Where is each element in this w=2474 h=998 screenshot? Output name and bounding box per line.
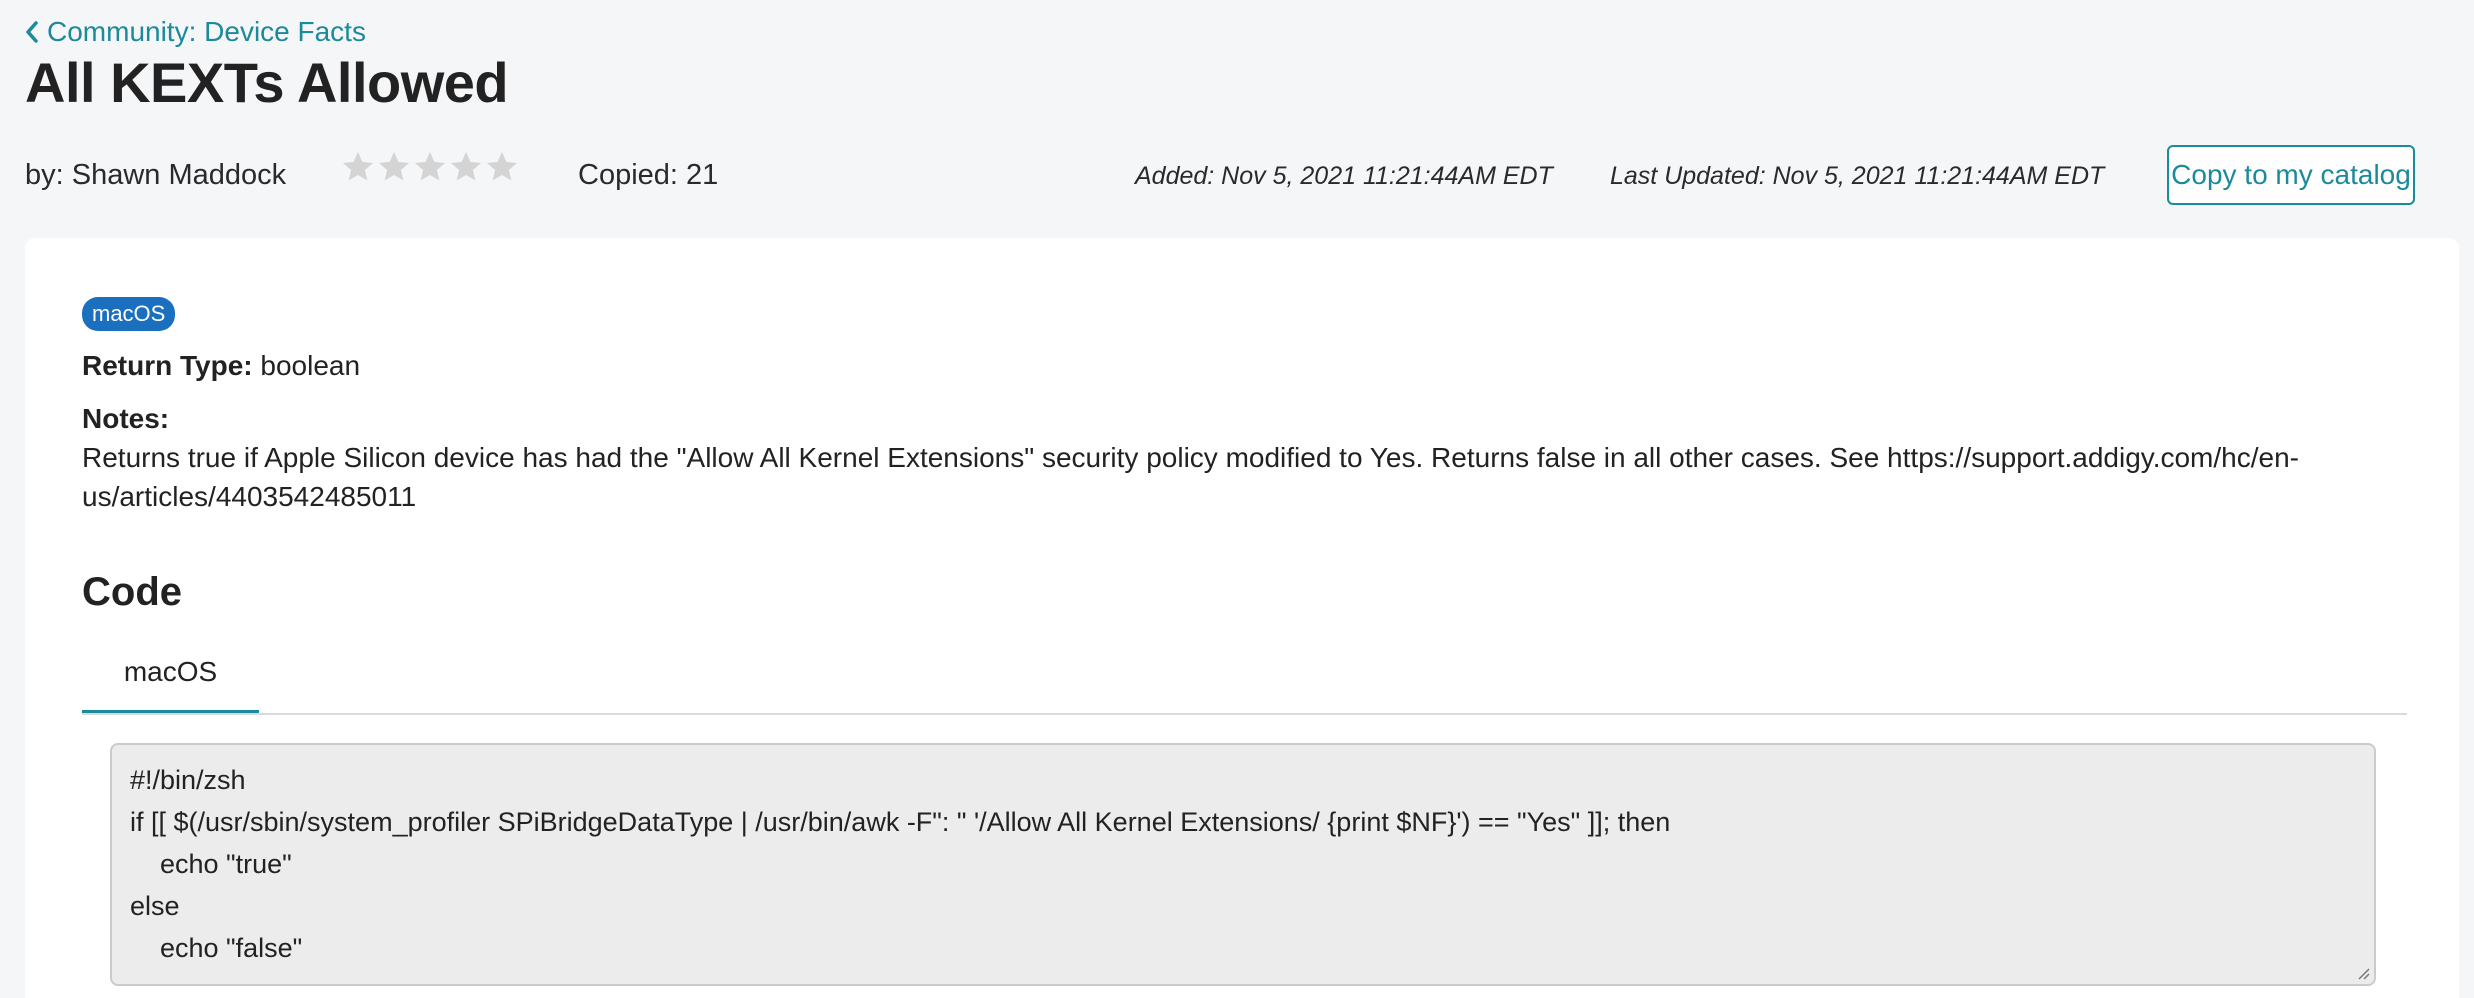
- code-line: if [[ $(/usr/sbin/system_profiler SPiBri…: [130, 807, 1671, 837]
- star-icon[interactable]: [484, 149, 520, 185]
- copy-to-catalog-button[interactable]: Copy to my catalog: [2167, 145, 2415, 205]
- code-tabs: macOS: [82, 633, 2407, 715]
- return-type-label: Return Type:: [82, 350, 253, 381]
- breadcrumb[interactable]: Community: Device Facts: [25, 16, 366, 48]
- copied-count: Copied: 21: [578, 159, 719, 191]
- page-title: All KEXTs Allowed: [25, 51, 509, 114]
- added-date: Added: Nov 5, 2021 11:21:44AM EDT: [1135, 162, 1553, 190]
- code-line: echo "true": [130, 849, 292, 879]
- code-line: #!/bin/zsh: [130, 765, 246, 795]
- resize-handle-icon[interactable]: [2354, 964, 2370, 980]
- star-rating[interactable]: [340, 149, 520, 185]
- device-fact-detail-page: Community: Device Facts All KEXTs Allowe…: [0, 0, 2474, 998]
- return-type-value: boolean: [260, 350, 361, 381]
- star-icon[interactable]: [340, 149, 376, 185]
- code-heading: Code: [82, 570, 182, 614]
- star-icon[interactable]: [376, 149, 412, 185]
- tab-macos[interactable]: macOS: [82, 633, 259, 713]
- last-updated-date: Last Updated: Nov 5, 2021 11:21:44AM EDT: [1610, 162, 2105, 190]
- star-icon[interactable]: [448, 149, 484, 185]
- code-line: echo "false": [130, 933, 303, 963]
- star-icon[interactable]: [412, 149, 448, 185]
- os-badge: macOS: [82, 297, 176, 331]
- author-label: by: Shawn Maddock: [25, 159, 287, 191]
- notes-label: Notes:: [82, 403, 170, 434]
- code-line: else: [130, 891, 180, 921]
- fact-details-card: macOS Return Type: boolean Notes: Return…: [25, 238, 2459, 998]
- chevron-left-icon: [25, 20, 39, 44]
- meta-row: by: Shawn Maddock Copied: 21 Added: Nov …: [25, 145, 2462, 207]
- notes-text: Returns true if Apple Silicon device has…: [82, 442, 2299, 512]
- return-type: Return Type: boolean: [82, 350, 360, 382]
- breadcrumb-label[interactable]: Community: Device Facts: [47, 16, 366, 48]
- code-textarea[interactable]: #!/bin/zsh if [[ $(/usr/sbin/system_profi…: [110, 743, 2376, 986]
